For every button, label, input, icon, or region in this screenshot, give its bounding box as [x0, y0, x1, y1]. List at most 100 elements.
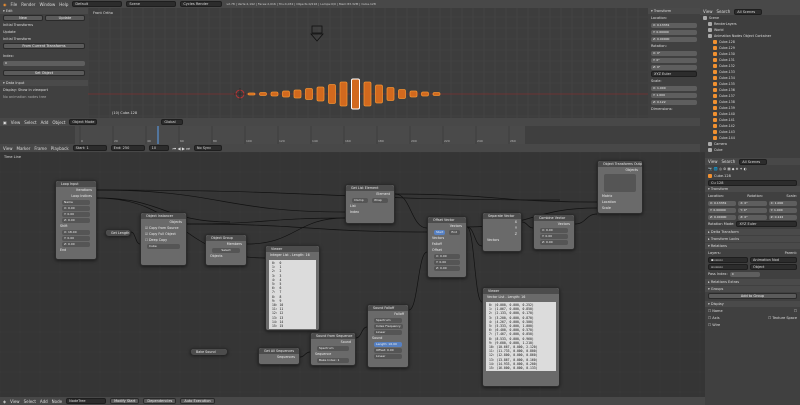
ne-view-menu[interactable]: View: [10, 399, 20, 404]
from-current-button[interactable]: From Current Transforms: [3, 43, 85, 49]
start-frame[interactable]: Start: 1: [72, 145, 107, 151]
dependencies-button[interactable]: Dependencies: [143, 398, 177, 404]
menu-file[interactable]: File: [11, 2, 18, 7]
orientation-selector[interactable]: Global: [161, 119, 184, 125]
sync-selector[interactable]: No Sync: [193, 145, 222, 151]
end-toggle[interactable]: End: [449, 229, 460, 235]
start-toggle[interactable]: Start: [434, 229, 446, 235]
ne-add-menu[interactable]: Add: [40, 399, 48, 404]
node-object-transforms-output[interactable]: Object Transforms Output Objects Matrix …: [597, 160, 643, 214]
relations-extras-header[interactable]: ▸ Relations Extras: [705, 279, 800, 285]
tl-view-menu[interactable]: View: [3, 146, 13, 151]
n-rot-z[interactable]: Z: 0°: [651, 64, 697, 70]
tl-frame-menu[interactable]: Frame: [34, 146, 46, 151]
layers-grid[interactable]: ▪▫▫▫▫: [708, 257, 748, 263]
menu-help[interactable]: Help: [59, 2, 68, 7]
n-rot-y[interactable]: Y: 0°: [651, 57, 697, 63]
timeline[interactable]: 0 20 40 60 80 100 120 140 160 180 200 220 240 260: [0, 126, 700, 144]
view-menu[interactable]: View: [11, 120, 21, 125]
outliner-view-menu[interactable]: View: [703, 9, 713, 14]
cube-object[interactable]: [409, 90, 418, 98]
texture-space-checkbox[interactable]: ☐ Texture Space: [768, 316, 797, 320]
props-search-menu[interactable]: Search: [722, 159, 736, 164]
editor-type-icon[interactable]: ▣: [3, 120, 7, 125]
cube-object[interactable]: [259, 92, 267, 96]
delta-transform-header[interactable]: ▸ Delta Transform: [705, 229, 800, 235]
node-vector-viewer[interactable]: Viewer Vector List - Length: 16 0: (0.00…: [482, 287, 560, 387]
object-menu[interactable]: Object: [52, 120, 65, 125]
axis-checkbox[interactable]: ☐ Axis: [708, 316, 720, 320]
n-loc-y[interactable]: Y: 0.00000: [651, 29, 697, 35]
node-integer-viewer[interactable]: Viewer Integer List - Length: 16 0: 0 1:…: [265, 245, 320, 331]
pass-index-field[interactable]: 0: [729, 271, 760, 277]
node-offset-vector[interactable]: Offset Vector Vectors Start End Vectors F…: [427, 216, 467, 278]
groups-header[interactable]: ▾ Groups: [705, 286, 800, 292]
props-view-menu[interactable]: View: [708, 159, 718, 164]
cube-object[interactable]: [351, 78, 360, 110]
cube-object[interactable]: [432, 92, 441, 96]
cube-object[interactable]: [282, 90, 290, 98]
menu-render[interactable]: Render: [21, 2, 35, 7]
wire-checkbox[interactable]: ☐ Wire: [708, 323, 720, 327]
parent-field[interactable]: Animation Nod: [750, 257, 797, 263]
node-editor-type-icon[interactable]: ◈: [3, 399, 6, 404]
tl-playback-menu[interactable]: Playback: [51, 146, 69, 151]
node-editor[interactable]: Time Line Loop Input Iterations Loop Ind…: [0, 152, 705, 397]
cube-object[interactable]: [339, 81, 348, 107]
viewport-3d[interactable]: Front Ortho (10) Cube.128: [88, 8, 648, 118]
cube-object[interactable]: [293, 89, 302, 99]
node-separate-vector[interactable]: Separate Vector X Y Z Vectors: [482, 212, 522, 252]
select-button[interactable]: Select: [212, 247, 240, 253]
props-rot-mode[interactable]: XYZ Euler: [736, 221, 797, 227]
xyz-toggles[interactable]: [604, 174, 636, 192]
add-to-group-button[interactable]: Add to Group: [708, 293, 797, 299]
cube-object[interactable]: [270, 91, 279, 97]
outliner-item[interactable]: Cube: [700, 147, 800, 153]
cube-object[interactable]: [316, 86, 325, 102]
node-sound-falloff[interactable]: Sound Falloff Falloff Spectrum Index Fre…: [367, 304, 409, 368]
bounds-checkbox[interactable]: ☐: [794, 309, 797, 313]
current-frame[interactable]: 10: [148, 145, 169, 151]
transform-header[interactable]: ▾ Transform: [648, 8, 700, 14]
node-bake-sound[interactable]: Bake Sound: [190, 348, 228, 355]
index-field[interactable]: 0: [3, 60, 85, 66]
cube-object[interactable]: [398, 89, 406, 99]
clamp-toggle[interactable]: Clamp: [352, 197, 368, 203]
end-frame[interactable]: End: 250: [110, 145, 145, 151]
n-rot-mode[interactable]: XYZ Euler: [651, 71, 697, 77]
n-scl-z[interactable]: Z: 0.122: [651, 99, 697, 105]
props-scene-select[interactable]: All Scenes: [739, 158, 768, 165]
relations-header[interactable]: ▾ Relations: [705, 243, 800, 249]
scene-selector[interactable]: Scene: [126, 1, 177, 7]
node-object-group[interactable]: Object Group Members Select Objects: [205, 234, 247, 266]
menu-window[interactable]: Window: [39, 2, 55, 7]
new-button[interactable]: New: [3, 15, 43, 21]
node-tree-selector[interactable]: NodeTree: [66, 398, 107, 404]
node-get-length[interactable]: Get Length: [105, 229, 131, 236]
n-scl-x[interactable]: X: 1.000: [651, 85, 697, 91]
n-loc-z[interactable]: Z: 0.00000: [651, 36, 697, 42]
outliner-search-menu[interactable]: Search: [717, 9, 731, 14]
ne-select-menu[interactable]: Select: [24, 399, 36, 404]
wrap-toggle[interactable]: Wrap: [372, 197, 388, 203]
node-get-all-sequences[interactable]: Get All Sequences Sequences: [258, 347, 300, 365]
blender-logo-icon[interactable]: ◉: [3, 2, 7, 7]
display-header[interactable]: ▾ Display: [705, 301, 800, 307]
n-rot-x[interactable]: X: 0°: [651, 50, 697, 56]
object-name-field[interactable]: Cu 128: [708, 180, 797, 186]
cube-object[interactable]: [375, 84, 383, 104]
cube-object[interactable]: [363, 81, 372, 107]
set-object-button[interactable]: Set Object: [3, 70, 85, 76]
parent-type-field[interactable]: Object: [750, 264, 797, 270]
ne-node-menu[interactable]: Node: [52, 399, 62, 404]
timeline-ruler[interactable]: 0 20 40 60 80 100 120 140 160 180 200 220 240 260: [0, 126, 700, 144]
outliner-scene-select[interactable]: All Scenes: [734, 8, 763, 15]
playback-controls[interactable]: ⏮ ◀ ▶ ⏭: [173, 146, 190, 151]
cube-object[interactable]: [328, 84, 336, 104]
source-object-field[interactable]: Cube: [147, 243, 180, 249]
layout-selector[interactable]: Default: [72, 1, 123, 7]
n-scl-y[interactable]: Y: 1.000: [651, 92, 697, 98]
cube-object[interactable]: [386, 87, 395, 101]
tl-marker-menu[interactable]: Marker: [17, 146, 31, 151]
data-input-header[interactable]: ▾ Data Input: [0, 80, 88, 86]
